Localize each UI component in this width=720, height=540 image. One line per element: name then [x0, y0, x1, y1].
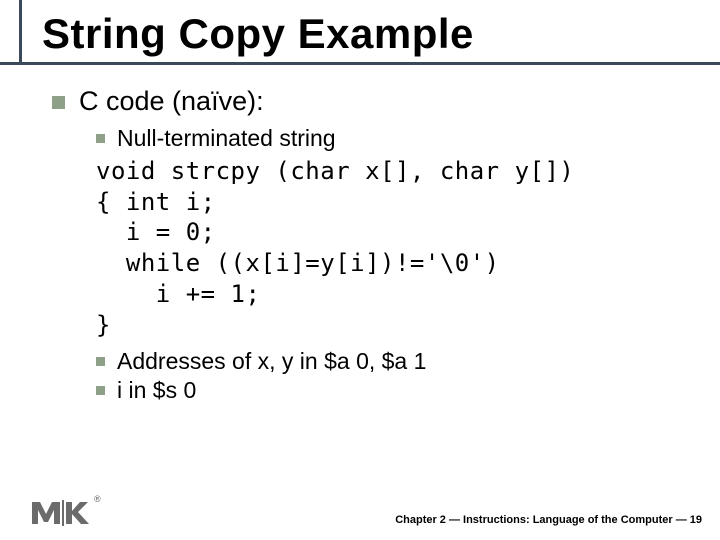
bullet-level2: Null-terminated string: [96, 125, 680, 152]
square-bullet-icon: [96, 386, 105, 395]
code-block: void strcpy (char x[], char y[]) { int i…: [96, 156, 680, 340]
content-area: C code (naïve): Null-terminated string v…: [0, 58, 720, 404]
level2-text: Null-terminated string: [117, 125, 336, 152]
publisher-logo: ®: [30, 498, 99, 528]
footer-text: Chapter 2 — Instructions: Language of th…: [395, 514, 702, 526]
slide-title: String Copy Example: [0, 10, 720, 58]
registered-mark-icon: ®: [94, 494, 101, 504]
title-rule-vertical: [0, 0, 22, 62]
square-bullet-icon: [52, 96, 65, 109]
title-area: String Copy Example: [0, 0, 720, 58]
level2-text: i in $s 0: [117, 377, 196, 404]
bullet-level1: C code (naïve):: [52, 86, 680, 117]
square-bullet-icon: [96, 357, 105, 366]
mk-logo-icon: [30, 498, 92, 528]
level2-text: Addresses of x, y in $a 0, $a 1: [117, 348, 426, 375]
bullet-level2: i in $s 0: [96, 377, 680, 404]
square-bullet-icon: [96, 134, 105, 143]
level2-block: Null-terminated string void strcpy (char…: [52, 125, 680, 404]
level1-text: C code (naïve):: [79, 86, 264, 117]
title-rule-horizontal: [0, 62, 720, 65]
bullet-level2: Addresses of x, y in $a 0, $a 1: [96, 348, 680, 375]
